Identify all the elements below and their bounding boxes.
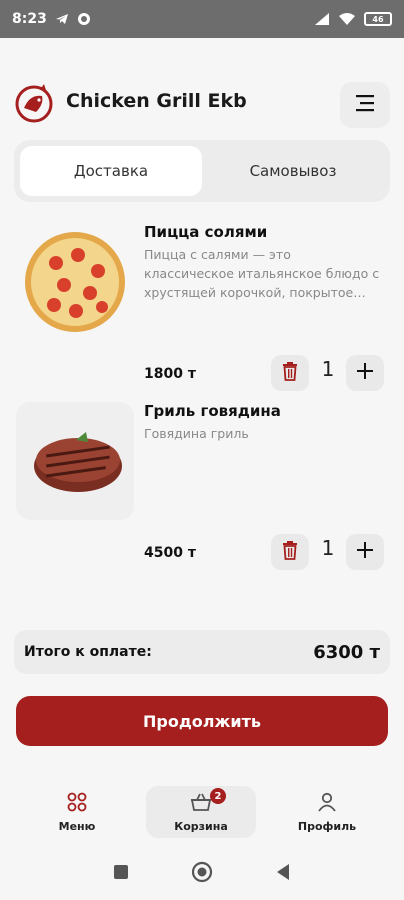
whatsapp-icon [77,12,91,26]
item-price: 1800 т [144,366,196,382]
item-quantity: 1 [321,536,335,560]
home-button[interactable] [191,861,213,887]
continue-button[interactable]: Продолжить [16,696,388,746]
delete-button[interactable] [271,355,309,391]
item-name: Пицца солями [144,223,268,241]
header: Chicken Grill Ekb [0,38,404,134]
signal-icon [314,12,330,26]
increase-button[interactable] [346,534,384,570]
total-value: 6300 т [313,641,380,663]
delivery-tabs: Доставка Самовывоз [14,140,390,202]
plus-icon [356,362,374,384]
tab-delivery[interactable]: Доставка [20,146,202,196]
wifi-icon [338,12,356,26]
increase-button[interactable] [346,355,384,391]
item-name: Гриль говядина [144,402,281,420]
order-total: Итого к оплате: 6300 т [14,630,390,674]
plus-icon [356,541,374,563]
status-time: 8:23 [12,11,47,27]
menu-grid-icon [67,792,87,816]
trash-icon [281,540,299,564]
chicken-logo [10,78,58,126]
nav-item-cart[interactable]: 2 Корзина [146,786,256,838]
steak-image [16,402,134,520]
delete-button[interactable] [271,534,309,570]
back-button[interactable] [275,863,291,885]
bottom-nav: Меню 2 Корзина Профиль [0,778,404,848]
cart-badge: 2 [210,788,226,804]
status-bar: 8:23 46 [0,0,404,38]
nav-item-profile[interactable]: Профиль [272,786,382,838]
menu-button[interactable] [340,82,390,128]
item-quantity: 1 [321,357,335,381]
brand-name: Chicken Grill Ekb [66,90,247,112]
hamburger-icon [354,93,376,117]
telegram-icon [55,12,69,26]
total-label: Итого к оплате: [24,644,152,660]
nav-item-menu[interactable]: Меню [22,786,132,838]
trash-icon [281,361,299,385]
item-description: Пицца с салями — это классическое италья… [144,247,380,300]
item-description: Говядина гриль [144,426,249,441]
battery-icon: 46 [364,12,392,26]
item-price: 4500 т [144,545,196,561]
nav-label: Корзина [174,819,228,833]
basket-icon [190,792,212,816]
pizza-image [16,223,134,341]
tab-pickup[interactable]: Самовывоз [202,146,384,196]
recents-button[interactable] [113,864,129,884]
app-screen: Chicken Grill Ekb Доставка Самовывоз Пиц… [0,38,404,848]
nav-label: Меню [58,819,96,833]
profile-icon [317,792,337,816]
system-nav-bar [0,848,404,900]
nav-label: Профиль [297,819,357,833]
